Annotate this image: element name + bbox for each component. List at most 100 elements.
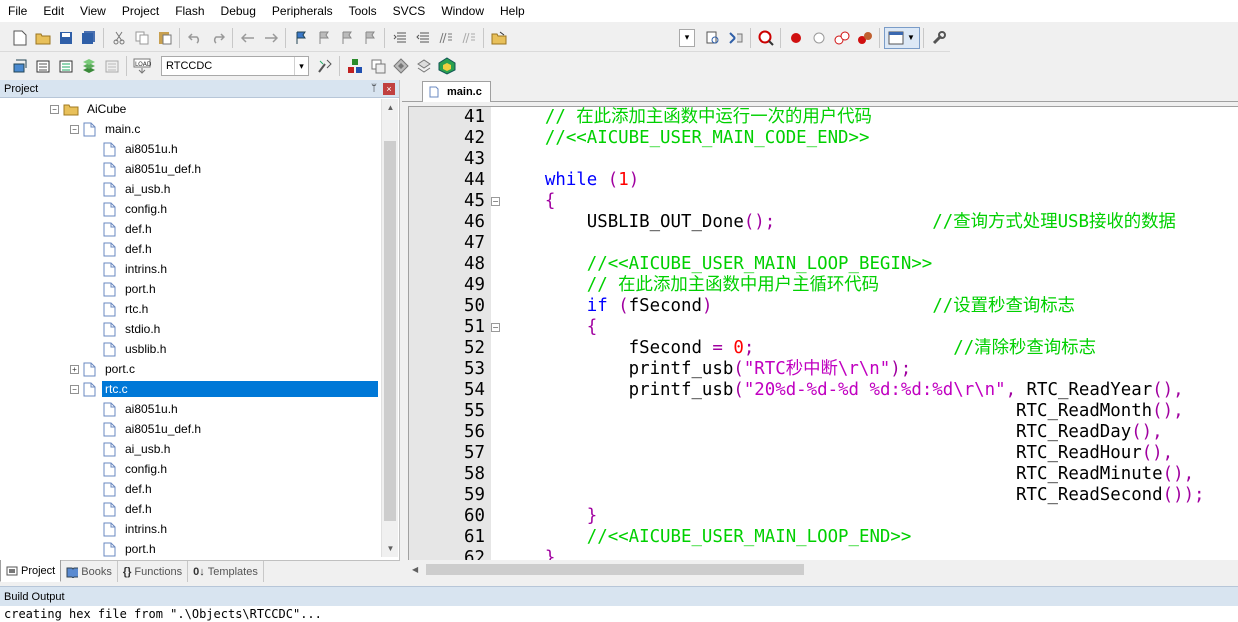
menu-peripherals[interactable]: Peripherals <box>264 0 341 22</box>
bookmark-clear-button[interactable] <box>359 27 381 49</box>
stop-build-button[interactable] <box>101 55 123 77</box>
download-button[interactable]: LOAD <box>131 55 153 77</box>
code-editor[interactable]: 41 // 在此添加主函数中运行一次的用户代码 42 //<<AICUBE_USE… <box>408 106 1238 560</box>
tree-item[interactable]: ai_usb.h <box>90 179 173 199</box>
fold-toggle-icon[interactable]: − <box>491 323 500 332</box>
target-select[interactable]: RTCCDC ▾ <box>161 56 309 76</box>
replace-button[interactable] <box>725 27 747 49</box>
menu-tools[interactable]: Tools <box>341 0 385 22</box>
scrollbar-thumb[interactable] <box>426 564 804 575</box>
tab-books[interactable]: Books <box>61 561 118 582</box>
new-file-button[interactable] <box>9 27 31 49</box>
menu-help[interactable]: Help <box>492 0 533 22</box>
collapse-icon[interactable]: − <box>70 384 79 394</box>
copy-button[interactable] <box>131 27 153 49</box>
menu-edit[interactable]: Edit <box>35 0 72 22</box>
tree-item[interactable]: − rtc.c <box>70 379 378 399</box>
translate-button[interactable] <box>9 55 31 77</box>
project-tree-scrollbar[interactable]: ▲ ▼ <box>381 99 398 557</box>
redo-button[interactable] <box>207 27 229 49</box>
rebuild-button[interactable] <box>55 55 77 77</box>
breakpoint-kill-all-button[interactable] <box>854 27 876 49</box>
select-packs-button[interactable] <box>367 55 389 77</box>
open-file-button[interactable] <box>32 27 54 49</box>
tree-item[interactable]: config.h <box>90 199 170 219</box>
menu-project[interactable]: Project <box>114 0 167 22</box>
editor-horizontal-scrollbar[interactable]: ◀ <box>408 561 1238 578</box>
tree-item[interactable]: ai_usb.h <box>90 439 173 459</box>
tree-item[interactable]: ai8051u_def.h <box>90 159 204 179</box>
tab-templates[interactable]: 0↓ Templates <box>188 561 264 582</box>
bookmark-next-button[interactable] <box>336 27 358 49</box>
comment-button[interactable] <box>435 27 457 49</box>
save-all-button[interactable] <box>78 27 100 49</box>
window-layout-button[interactable]: ▼ <box>883 26 920 49</box>
find-dropdown[interactable]: ▾ <box>679 28 695 47</box>
bookmark-prev-button[interactable] <box>313 27 335 49</box>
tree-item[interactable]: stdio.h <box>90 319 163 339</box>
configure-button[interactable] <box>928 27 950 49</box>
start-debug-button[interactable] <box>755 27 777 49</box>
tree-item[interactable]: + port.c <box>70 359 138 379</box>
tree-item[interactable]: def.h <box>90 219 155 239</box>
menu-file[interactable]: File <box>0 0 35 22</box>
tree-item[interactable]: usblib.h <box>90 339 169 359</box>
code-token-string: "20%d-%d-%d %d:%d:%d\r\n" <box>743 380 1006 400</box>
tree-item[interactable]: def.h <box>90 479 155 499</box>
build-button[interactable] <box>32 55 54 77</box>
breakpoint-enable-button[interactable] <box>808 27 830 49</box>
tree-item[interactable]: port.h <box>90 539 159 557</box>
tree-item[interactable]: − main.c <box>70 119 143 139</box>
aicube-button[interactable] <box>436 55 458 77</box>
nav-forward-button[interactable] <box>260 27 282 49</box>
indent-button[interactable] <box>389 27 411 49</box>
menu-view[interactable]: View <box>72 0 114 22</box>
menu-debug[interactable]: Debug <box>213 0 264 22</box>
save-button[interactable] <box>55 27 77 49</box>
tree-item[interactable]: ai8051u_def.h <box>90 419 204 439</box>
cut-button[interactable] <box>108 27 130 49</box>
tree-item[interactable]: def.h <box>90 239 155 259</box>
scroll-up-icon[interactable]: ▲ <box>382 99 399 116</box>
menu-svcs[interactable]: SVCS <box>385 0 434 22</box>
pack-installer-button[interactable] <box>390 55 412 77</box>
find-in-files-button[interactable] <box>488 27 510 49</box>
tree-item[interactable]: rtc.h <box>90 299 151 319</box>
tree-item[interactable]: port.h <box>90 279 159 299</box>
menu-window[interactable]: Window <box>433 0 492 22</box>
tree-item[interactable]: ai8051u.h <box>90 139 181 159</box>
collapse-icon[interactable]: − <box>50 104 59 114</box>
collapse-icon[interactable]: − <box>70 124 79 134</box>
paste-button[interactable] <box>154 27 176 49</box>
tab-project[interactable]: Project <box>0 560 62 582</box>
menu-flash[interactable]: Flash <box>167 0 212 22</box>
uncomment-button[interactable] <box>458 27 480 49</box>
target-options-button[interactable] <box>314 55 336 77</box>
tree-item[interactable]: def.h <box>90 499 155 519</box>
incremental-find-button[interactable] <box>702 27 724 49</box>
nav-back-button[interactable] <box>237 27 259 49</box>
scrollbar-thumb[interactable] <box>384 141 396 521</box>
expand-icon[interactable]: + <box>70 364 79 374</box>
scroll-left-icon[interactable]: ◀ <box>412 565 418 574</box>
tab-functions[interactable]: {} Functions <box>118 561 189 582</box>
breakpoint-disable-all-button[interactable] <box>831 27 853 49</box>
bookmark-toggle-button[interactable] <box>290 27 312 49</box>
fold-toggle-icon[interactable]: − <box>491 197 500 206</box>
close-panel-button[interactable]: × <box>383 82 395 95</box>
breakpoint-insert-button[interactable] <box>785 27 807 49</box>
scroll-down-icon[interactable]: ▼ <box>382 540 399 557</box>
unindent-button[interactable] <box>412 27 434 49</box>
tree-item[interactable]: config.h <box>90 459 170 479</box>
editor-tab-main-c[interactable]: main.c <box>422 81 491 102</box>
project-icon <box>6 566 18 575</box>
batch-build-button[interactable] <box>78 55 100 77</box>
manage-project-items-button[interactable] <box>344 55 366 77</box>
tree-item[interactable]: intrins.h <box>90 259 170 279</box>
undo-button[interactable] <box>184 27 206 49</box>
tree-item[interactable]: − AiCube <box>50 99 129 119</box>
rte-button[interactable] <box>413 55 435 77</box>
pin-icon[interactable]: ᛘ <box>371 83 377 94</box>
tree-item[interactable]: intrins.h <box>90 519 170 539</box>
tree-item[interactable]: ai8051u.h <box>90 399 181 419</box>
